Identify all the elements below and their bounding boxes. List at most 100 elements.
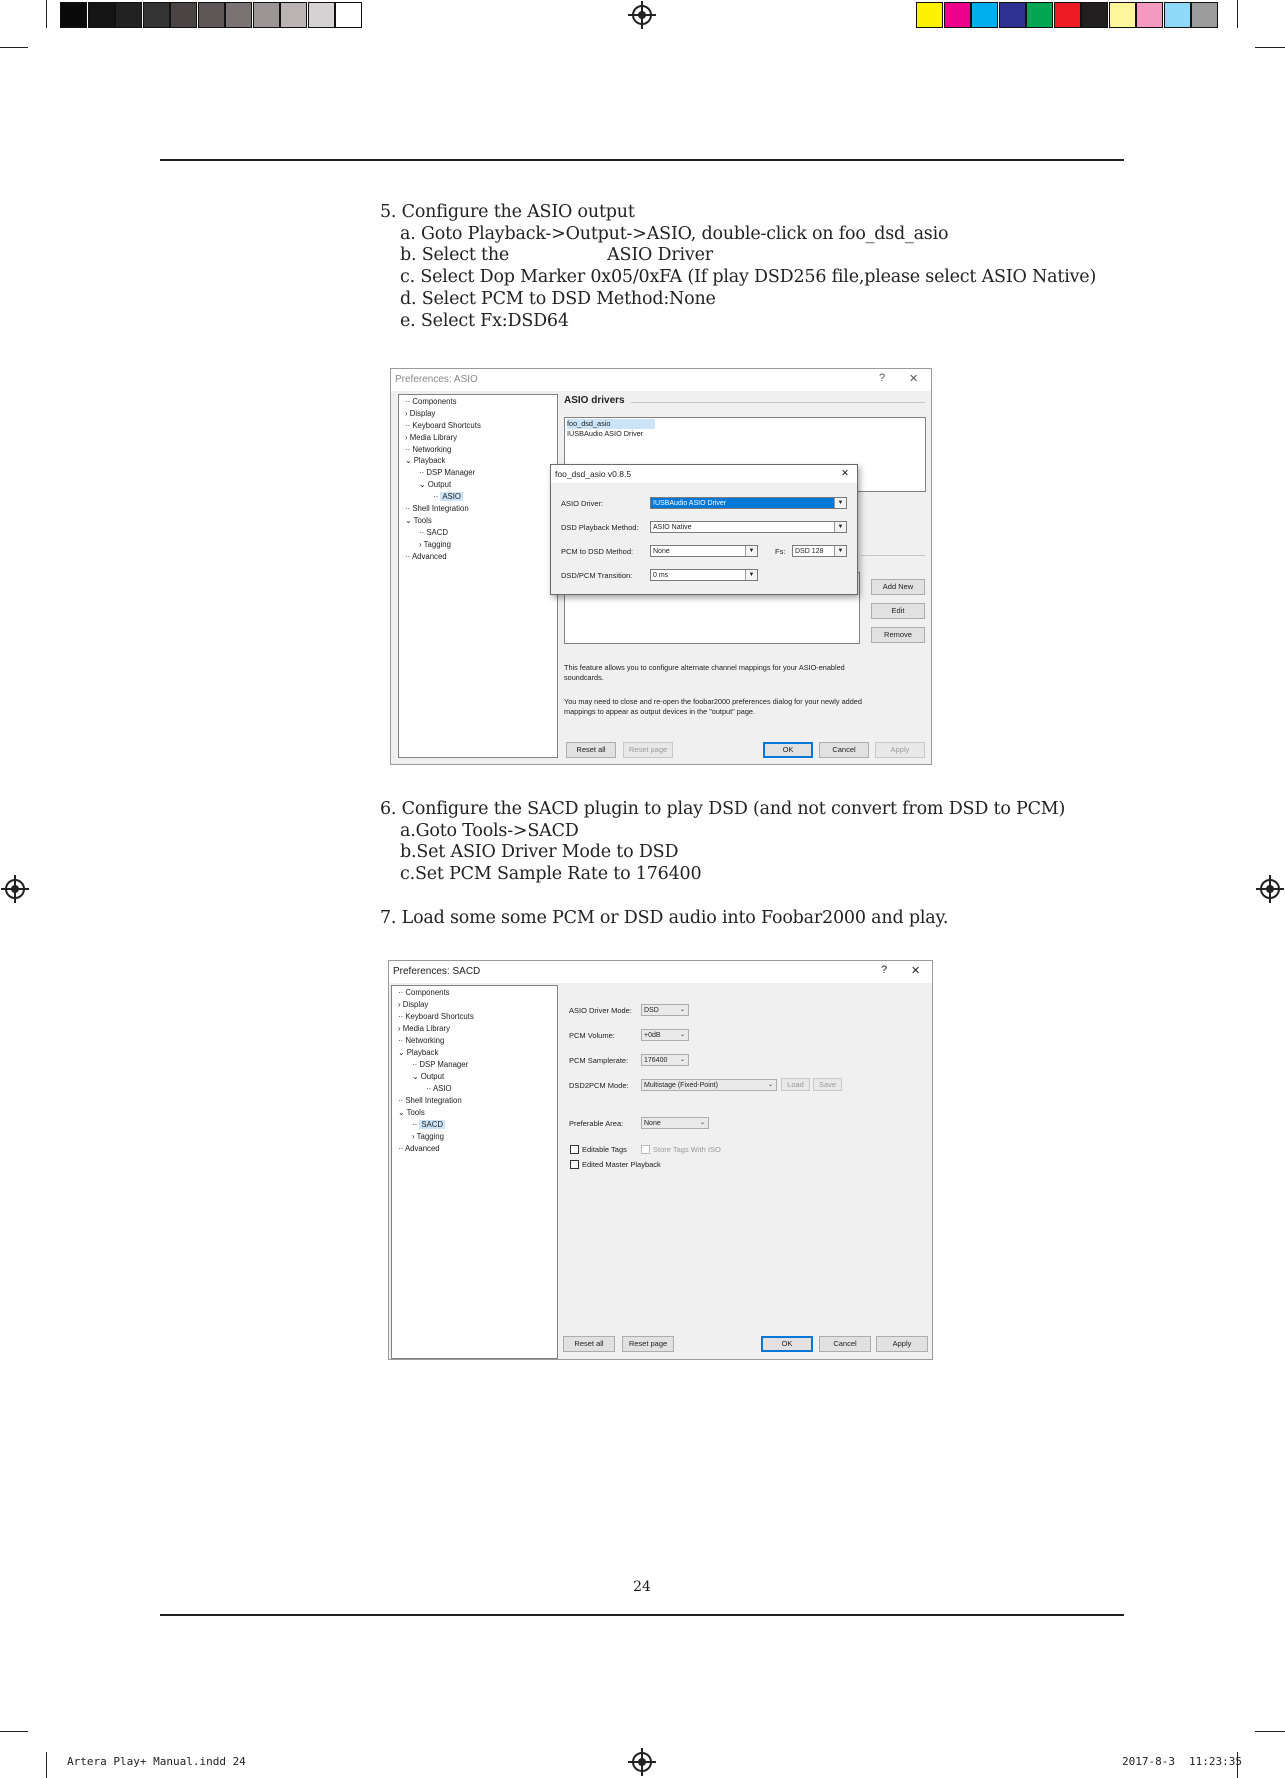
color-swatch	[142, 2, 170, 28]
tree-item-output[interactable]: ⌄ Output	[419, 480, 451, 489]
edit-button[interactable]: Edit	[871, 603, 925, 619]
ok-button[interactable]: OK	[761, 1336, 813, 1352]
transition-select[interactable]: 0 ms ▼	[650, 569, 758, 581]
reset-page-button[interactable]: Reset page	[623, 742, 673, 758]
registration-mark-icon	[628, 1, 656, 29]
foo-dsd-asio-dialog: foo_dsd_asio v0.8.5 ✕ ASIO Driver: IUSBA…	[550, 464, 858, 595]
cancel-button[interactable]: Cancel	[819, 1336, 871, 1352]
help-icon[interactable]: ?	[879, 372, 885, 384]
tree-item-dsp-manager[interactable]: ·· DSP Manager	[412, 1060, 468, 1069]
reset-all-button[interactable]: Reset all	[566, 742, 616, 758]
fs-select[interactable]: DSD 128 ▼	[792, 545, 847, 557]
color-swatch	[998, 2, 1026, 28]
tree-item-tools[interactable]: ⌄ Tools	[398, 1108, 425, 1117]
step-6b: b.Set ASIO Driver Mode to DSD	[400, 842, 679, 863]
apply-button[interactable]: Apply	[876, 1336, 928, 1352]
tree-item-keyboard-shortcuts[interactable]: ·· Keyboard Shortcuts	[398, 1012, 474, 1021]
tree-item-shell-integration[interactable]: ·· Shell Integration	[398, 1096, 462, 1105]
tree-item-output[interactable]: ⌄ Output	[412, 1072, 444, 1081]
footer-rule	[160, 1614, 1124, 1616]
close-icon[interactable]: ✕	[911, 964, 920, 977]
load-button[interactable]: Load	[781, 1078, 810, 1091]
tree-item-dsp-manager[interactable]: ·· DSP Manager	[419, 468, 475, 477]
pcm-volume-select[interactable]: +0dB ⌄	[641, 1029, 689, 1041]
color-swatch	[170, 2, 197, 28]
edited-master-checkbox[interactable]	[570, 1160, 579, 1169]
tree-item-components[interactable]: ·· Components	[398, 988, 450, 997]
close-icon[interactable]: ✕	[909, 372, 918, 385]
playback-method-select[interactable]: ASIO Native ▼	[650, 521, 847, 533]
asio-driver-select[interactable]: IUSBAudio ASIO Driver ▼	[650, 497, 847, 509]
crop-mark	[46, 0, 47, 28]
step-5d: d. Select PCM to DSD Method:None	[400, 288, 716, 309]
step-6a: a.Goto Tools->SACD	[400, 820, 579, 841]
transition-label: DSD/PCM Transition:	[561, 571, 633, 580]
chevron-down-icon: ▼	[745, 570, 757, 580]
step-7-instructions: 7. Load some some PCM or DSD audio into …	[380, 908, 948, 930]
mapping-note: This feature allows you to configure alt…	[564, 663, 845, 682]
tree-item-keyboard-shortcuts[interactable]: ·· Keyboard Shortcuts	[405, 421, 481, 430]
reopen-note: You may need to close and re-open the fo…	[564, 697, 862, 716]
tree-item-tagging[interactable]: › Tagging	[419, 540, 451, 549]
cancel-button[interactable]: Cancel	[819, 742, 869, 758]
add-new-button[interactable]: Add New	[871, 579, 925, 595]
pcm-samplerate-label: PCM Samplerate:	[569, 1056, 629, 1065]
tree-item-tools[interactable]: ⌄ Tools	[405, 516, 432, 525]
ok-button[interactable]: OK	[763, 742, 813, 758]
color-swatch	[335, 2, 362, 28]
tree-item-media-library[interactable]: › Media Library	[398, 1024, 450, 1033]
pcm-samplerate-select[interactable]: 176400 ⌄	[641, 1054, 689, 1066]
tree-item-networking[interactable]: ·· Networking	[398, 1036, 444, 1045]
remove-button[interactable]: Remove	[871, 627, 925, 643]
step-5-heading: 5. Configure the ASIO output	[380, 202, 635, 222]
tree-item-sacd[interactable]: ·· SACD	[412, 1120, 446, 1129]
tree-item-display[interactable]: › Display	[405, 409, 435, 418]
section-divider	[631, 402, 925, 403]
chevron-down-icon: ▼	[745, 546, 757, 556]
save-button[interactable]: Save	[813, 1078, 842, 1091]
color-swatch	[1081, 2, 1108, 28]
color-swatch	[971, 2, 998, 28]
tree-item-advanced[interactable]: ·· Advanced	[405, 552, 447, 561]
driver-mode-select[interactable]: DSD ⌄	[641, 1004, 689, 1016]
pcm-to-dsd-select[interactable]: None ▼	[650, 545, 758, 557]
dialog-close-icon[interactable]: ✕	[841, 468, 849, 479]
pcm-volume-label: PCM Volume:	[569, 1031, 615, 1040]
tree-item-sacd[interactable]: ·· SACD	[419, 528, 448, 537]
crop-mark	[1255, 1731, 1285, 1732]
tree-item-playback[interactable]: ⌄ Playback	[398, 1048, 438, 1057]
dsd2pcm-mode-select[interactable]: Multistage (Fixed-Point) ⌄	[641, 1079, 777, 1091]
tree-item-networking[interactable]: ·· Networking	[405, 445, 451, 454]
preferable-area-select[interactable]: None ⌄	[641, 1117, 709, 1129]
tree-item-advanced[interactable]: ·· Advanced	[398, 1144, 440, 1153]
playback-method-label: DSD Playback Method:	[561, 523, 639, 532]
tree-item-asio[interactable]: ·· ASIO	[426, 1084, 452, 1093]
crop-mark	[46, 1752, 47, 1778]
driver-item[interactable]: IUSBAudio ASIO Driver	[567, 429, 643, 439]
step-5a: a. Goto Playback->Output->ASIO, double-c…	[400, 223, 949, 244]
reset-all-button[interactable]: Reset all	[563, 1336, 615, 1352]
tree-item-components[interactable]: ·· Components	[405, 397, 457, 406]
chevron-down-icon: ▼	[834, 498, 846, 508]
tree-item-tagging[interactable]: › Tagging	[412, 1132, 444, 1141]
color-swatch	[307, 2, 335, 28]
tree-item-shell-integration[interactable]: ·· Shell Integration	[405, 504, 469, 513]
color-swatch	[1191, 2, 1218, 28]
step-6c: c.Set PCM Sample Rate to 176400	[400, 864, 702, 885]
chevron-down-icon: ▼	[834, 546, 846, 556]
crop-mark	[0, 1731, 28, 1732]
driver-item[interactable]: foo_dsd_asio	[567, 419, 655, 429]
crop-mark	[1255, 47, 1285, 48]
tree-item-playback[interactable]: ⌄ Playback	[405, 456, 445, 465]
help-icon[interactable]: ?	[881, 964, 887, 976]
tree-item-display[interactable]: › Display	[398, 1000, 428, 1009]
editable-tags-checkbox[interactable]	[570, 1145, 579, 1154]
reset-page-button[interactable]: Reset page	[622, 1336, 674, 1352]
tree-item-media-library[interactable]: › Media Library	[405, 433, 457, 442]
color-swatch	[60, 2, 87, 28]
store-tags-checkbox[interactable]	[641, 1145, 650, 1154]
apply-button[interactable]: Apply	[875, 742, 925, 758]
tree-item-asio[interactable]: ·· ASIO	[433, 492, 463, 501]
footer-filename: Artera Play+ Manual.indd 24	[67, 1755, 246, 1768]
step-5b: b. Select the ASIO Driver	[400, 245, 713, 266]
